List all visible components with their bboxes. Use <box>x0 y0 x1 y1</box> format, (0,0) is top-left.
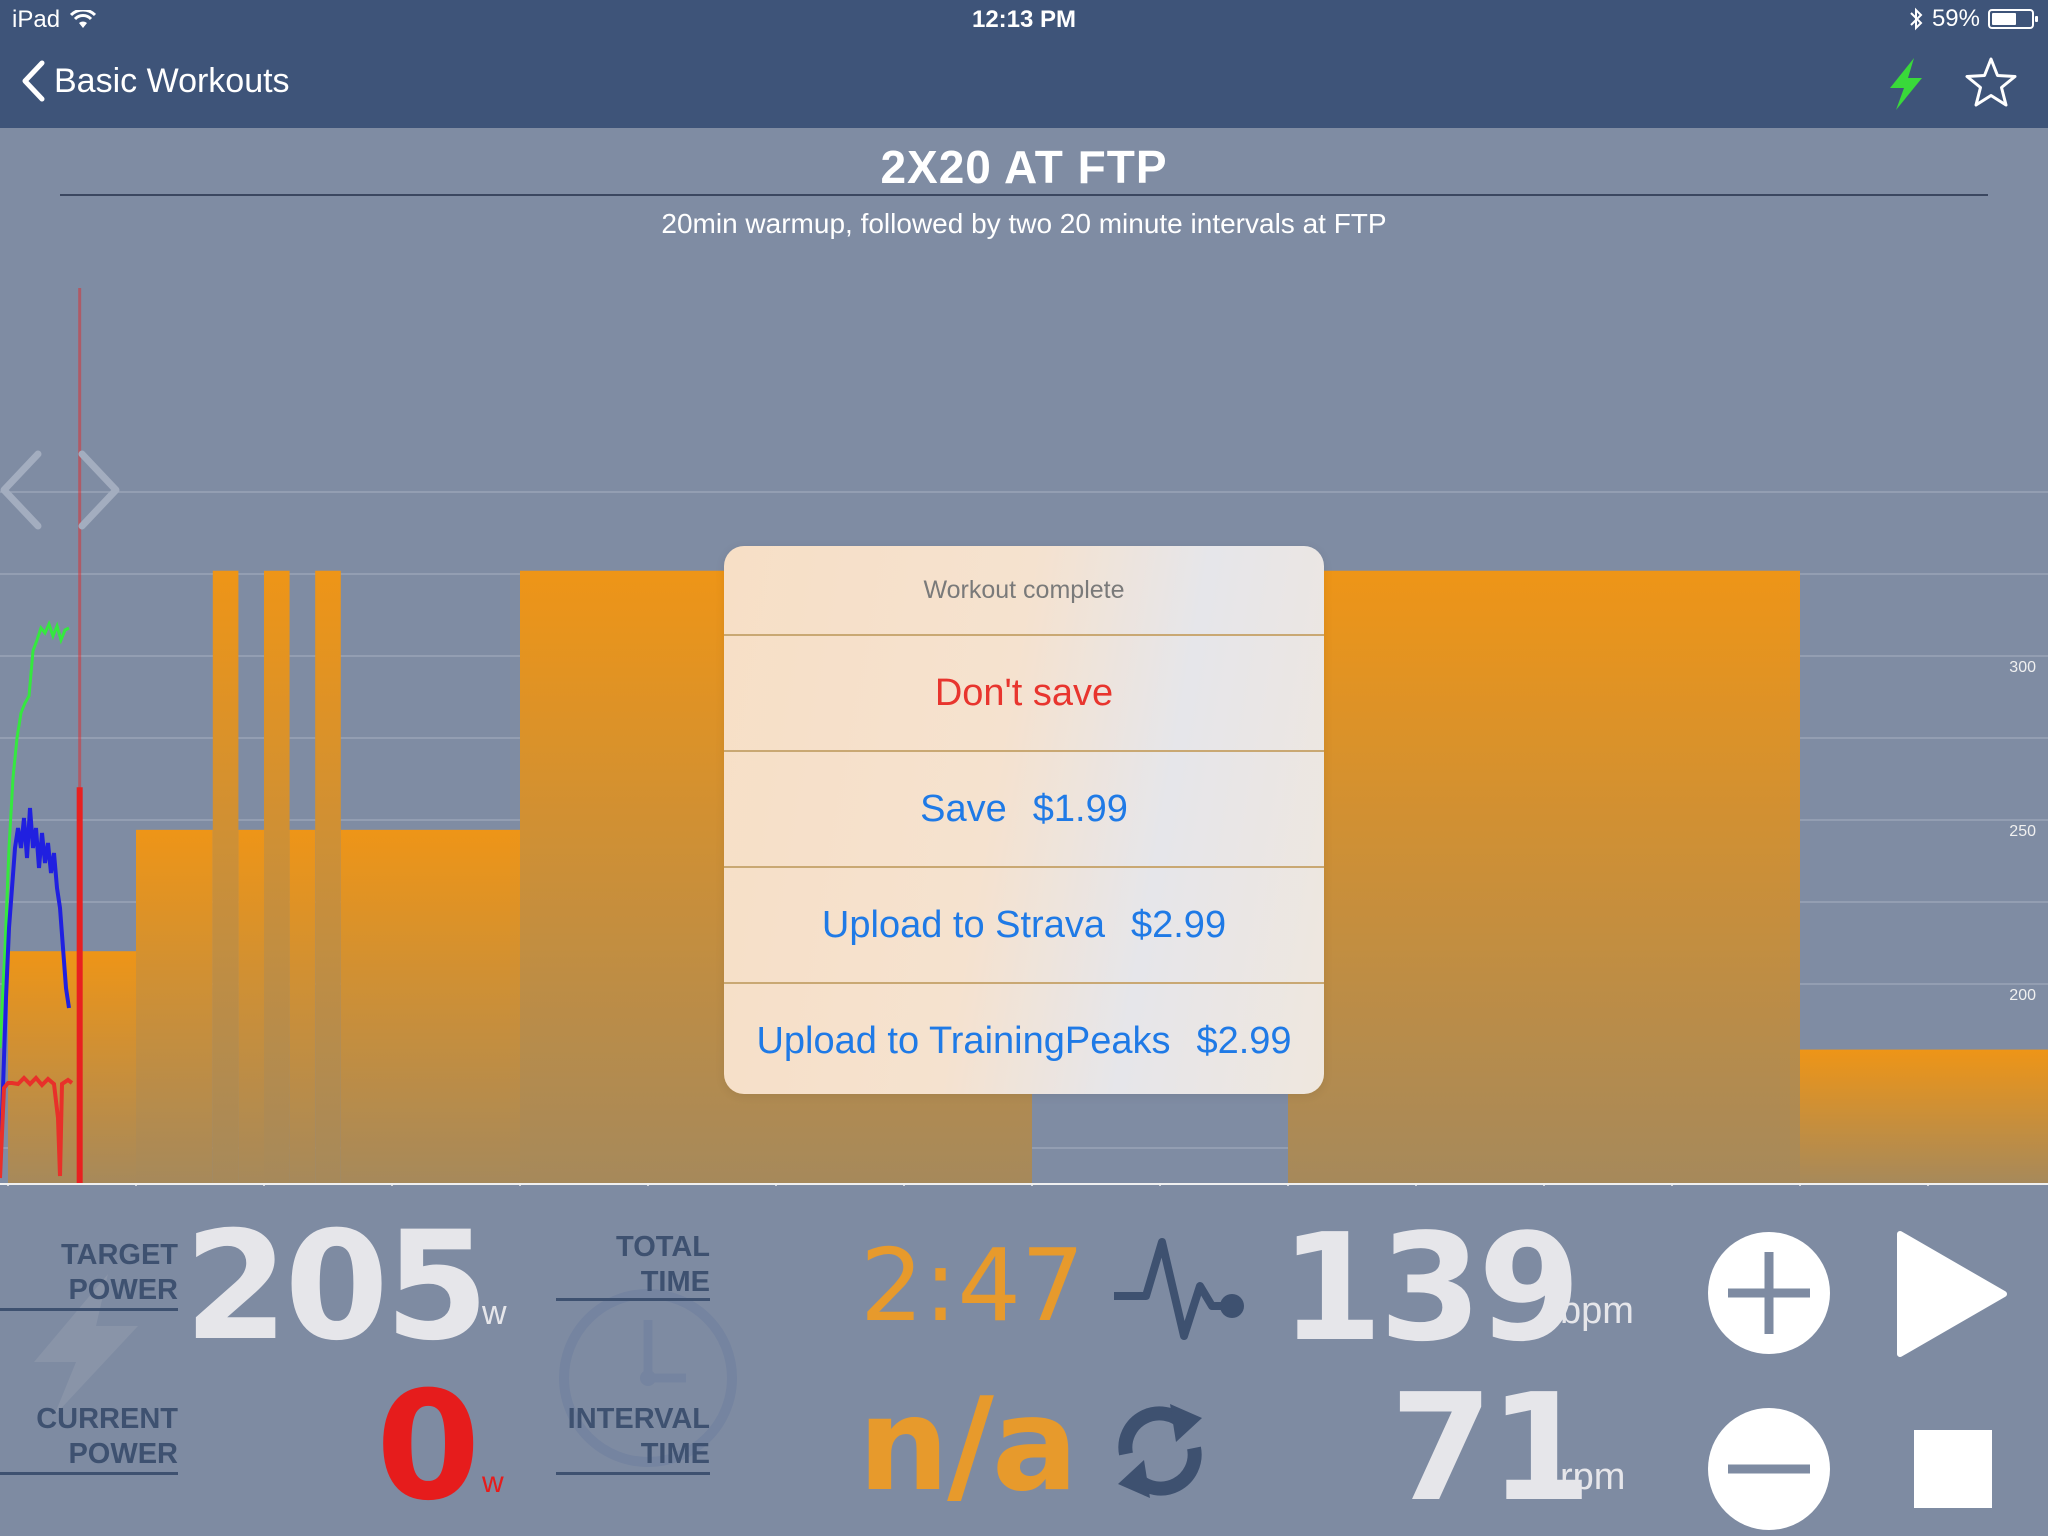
target-power-unit: w <box>482 1294 507 1332</box>
status-time: 12:13 PM <box>971 6 1077 33</box>
interval-time-rule <box>556 1472 710 1475</box>
current-power-unit: w <box>482 1466 504 1499</box>
y-tick-label: 200 <box>2009 987 2036 1004</box>
target-power-bar <box>8 951 136 1184</box>
target-power-bar <box>340 829 520 1184</box>
heart-rate-value: 139 <box>1280 1202 1581 1374</box>
plus-icon <box>1728 1252 1810 1334</box>
trainingpeaks-price: $2.99 <box>1196 1020 1292 1062</box>
target-power-rule <box>0 1308 178 1311</box>
increase-button[interactable] <box>1708 1232 1830 1354</box>
target-power-label-line2: POWER <box>68 1274 178 1306</box>
workout-subtitle: 20min warmup, followed by two 20 minute … <box>661 208 1387 239</box>
status-right: 59% <box>1908 5 2038 33</box>
cadence-refresh-icon <box>1118 1404 1202 1498</box>
lightning-bolt-icon[interactable] <box>1884 56 1928 112</box>
target-power-bar <box>238 829 264 1184</box>
total-time-label: TOTAL TIME <box>556 1230 710 1300</box>
interval-time-value: n/a <box>858 1371 1078 1520</box>
nav-actions <box>1884 56 2018 112</box>
current-power-value: 0 <box>376 1360 480 1534</box>
heart-rate-unit: bpm <box>1560 1290 1634 1332</box>
interval-time-label: INTERVAL TIME <box>556 1402 710 1472</box>
metrics-panel: TARGET POWER 205 w CURRENT POWER 0 w TOT… <box>0 1186 2048 1536</box>
minus-icon <box>1728 1464 1810 1474</box>
back-label: Basic Workouts <box>54 61 290 100</box>
current-power-label-line1: CURRENT <box>36 1403 178 1435</box>
status-bar: iPad 12:13 PM 59% <box>0 0 2048 40</box>
bluetooth-icon <box>1910 7 1923 31</box>
cadence-unit: rpm <box>1560 1456 1626 1498</box>
chevron-left-icon[interactable] <box>0 448 44 532</box>
back-button[interactable]: Basic Workouts <box>20 60 290 102</box>
target-power-label-line1: TARGET <box>60 1239 178 1271</box>
target-power-bar <box>1288 570 1800 1184</box>
y-tick-label: 300 <box>2009 659 2036 676</box>
y-tick-label: 250 <box>2009 823 2036 840</box>
total-time-label-line1: TOTAL <box>616 1231 710 1263</box>
star-icon[interactable] <box>1964 56 2018 110</box>
target-power-label: TARGET POWER <box>0 1238 178 1308</box>
workout-complete-dialog: Workout complete Don't save Save $1.99 Up… <box>724 546 1324 1094</box>
heart-rate-icon <box>1114 1238 1244 1340</box>
battery-icon <box>1988 9 2038 29</box>
target-power-bar <box>289 829 316 1184</box>
title-divider <box>60 194 1988 196</box>
target-power-bar <box>264 570 290 1184</box>
decrease-button[interactable] <box>1708 1408 1830 1530</box>
workout-title: 2X20 AT FTP <box>880 141 1168 193</box>
dialog-title: Workout complete <box>923 576 1125 604</box>
save-price: $1.99 <box>1032 788 1128 830</box>
total-time-rule <box>556 1298 710 1301</box>
chevron-left-icon <box>22 60 45 102</box>
target-power-value: 205 <box>184 1200 489 1374</box>
chart-pager <box>0 448 124 532</box>
target-power-bar <box>1800 1049 2048 1184</box>
stop-button[interactable] <box>1914 1430 1992 1508</box>
dont-save-button[interactable]: Don't save <box>724 634 1324 750</box>
save-button[interactable]: Save $1.99 <box>724 750 1324 866</box>
cadence-value: 71 <box>1390 1362 1592 1534</box>
current-power-label: CURRENT POWER <box>0 1402 178 1472</box>
total-time-value: 2:47 <box>860 1227 1085 1344</box>
total-time-label-line2: TIME <box>640 1266 710 1298</box>
target-power-bar <box>315 570 341 1184</box>
current-power-rule <box>0 1472 178 1475</box>
nav-bar: Basic Workouts <box>0 40 2048 128</box>
play-button[interactable] <box>1894 1228 2010 1360</box>
save-label: Save <box>920 788 1007 830</box>
strava-price: $2.99 <box>1130 904 1227 946</box>
battery-percent: 59% <box>1931 5 1980 32</box>
trainingpeaks-label: Upload to TrainingPeaks <box>756 1020 1171 1062</box>
current-power-label-line2: POWER <box>68 1438 178 1470</box>
upload-trainingpeaks-button[interactable]: Upload to TrainingPeaks $2.99 <box>724 982 1324 1094</box>
strava-label: Upload to Strava <box>821 904 1105 946</box>
target-power-bar <box>136 829 213 1184</box>
interval-time-label-line1: INTERVAL <box>567 1403 710 1435</box>
dont-save-label: Don't save <box>934 672 1114 714</box>
target-power-bar <box>212 570 239 1184</box>
upload-strava-button[interactable]: Upload to Strava $2.99 <box>724 866 1324 982</box>
chevron-right-icon[interactable] <box>64 448 124 532</box>
interval-time-label-line2: TIME <box>640 1438 710 1470</box>
